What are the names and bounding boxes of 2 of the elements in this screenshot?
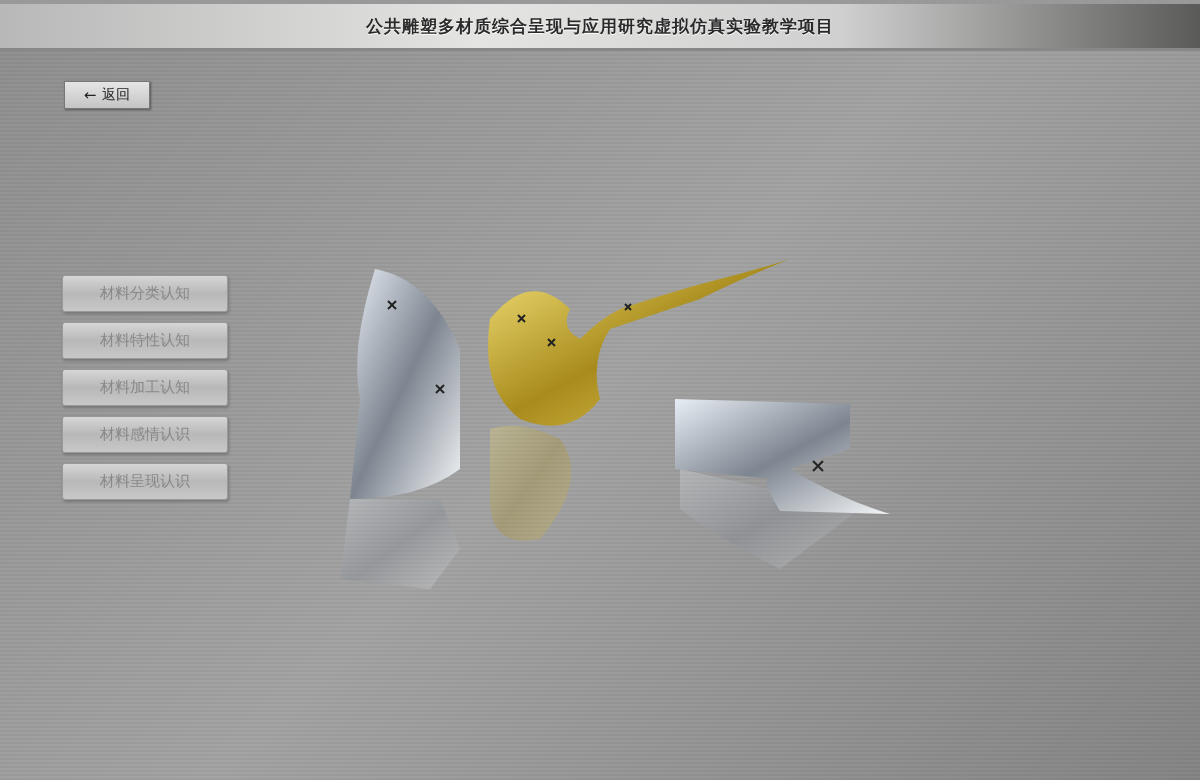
window-title: 公共雕塑多材质综合呈现与应用研究虚拟仿真实验教学项目 [366, 14, 834, 38]
back-button[interactable]: ← 返回 [64, 81, 150, 109]
